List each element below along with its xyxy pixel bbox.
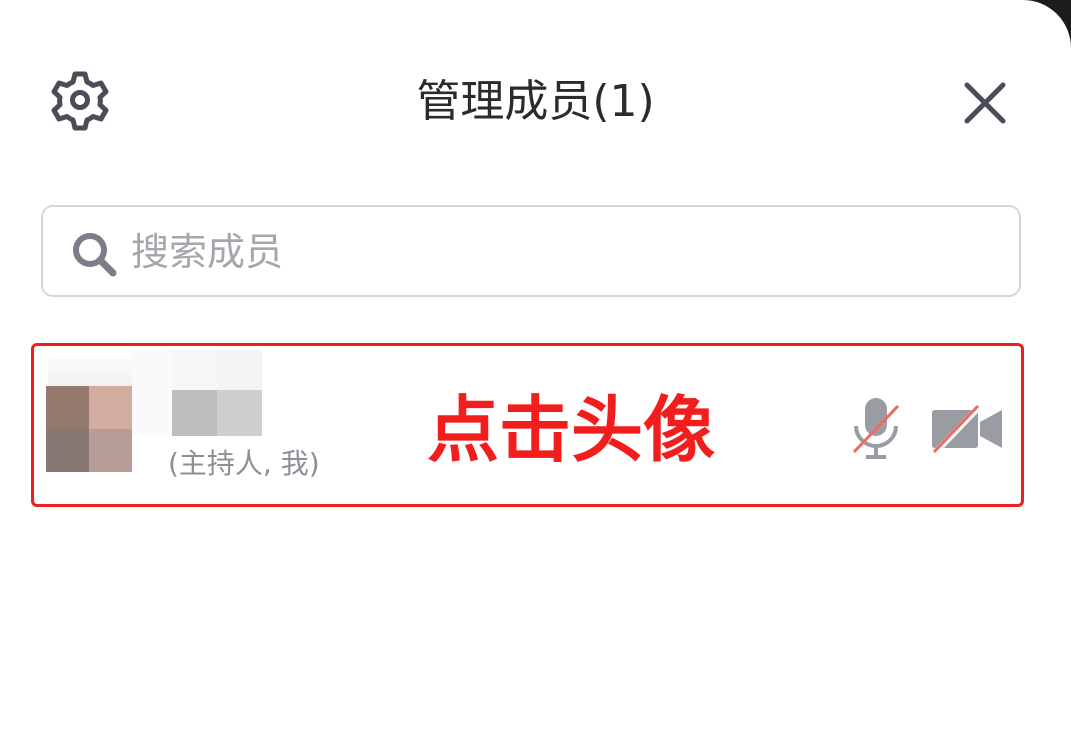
member-management-sheet: 管理成员(1) (主持人, 我) bbox=[0, 0, 1071, 733]
name-blur-fade bbox=[132, 350, 172, 436]
camera-off-icon bbox=[931, 403, 1002, 457]
search-box[interactable] bbox=[41, 205, 1021, 297]
search-icon bbox=[69, 229, 119, 279]
mic-muted-icon bbox=[852, 398, 900, 459]
close-button[interactable] bbox=[960, 78, 1010, 128]
annotation-text: 点击头像 bbox=[427, 388, 716, 472]
close-icon bbox=[964, 82, 1006, 124]
member-row[interactable]: (主持人, 我) 点击头像 bbox=[31, 343, 1024, 507]
page-title: 管理成员(1) bbox=[416, 76, 655, 127]
avatar[interactable] bbox=[46, 386, 132, 472]
mic-toggle[interactable] bbox=[848, 396, 904, 462]
search-input[interactable] bbox=[129, 219, 993, 285]
member-name-blurred bbox=[172, 350, 262, 436]
member-role: (主持人, 我) bbox=[168, 447, 320, 480]
avatar-blur-fade bbox=[48, 350, 134, 386]
camera-toggle[interactable] bbox=[930, 403, 1004, 457]
header: 管理成员(1) bbox=[0, 60, 1071, 144]
